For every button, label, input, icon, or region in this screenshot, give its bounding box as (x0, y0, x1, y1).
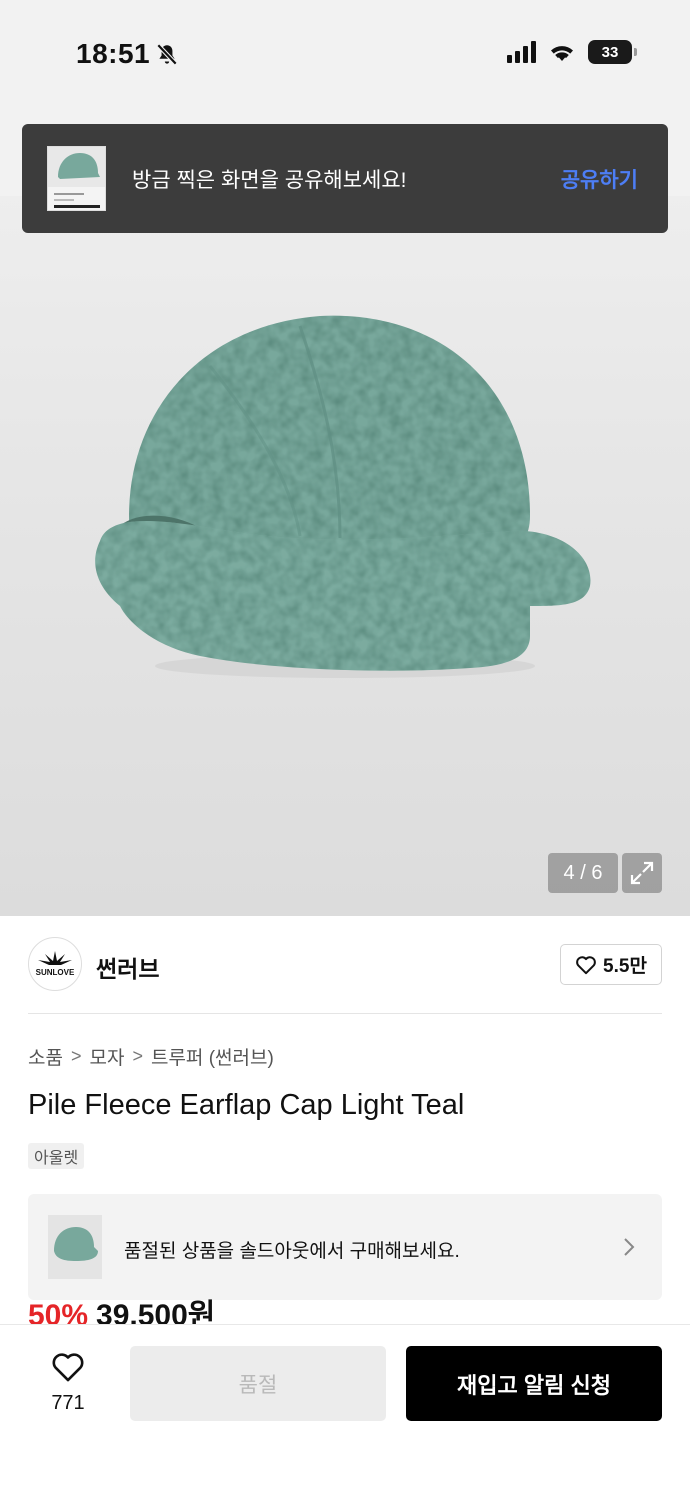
heart-icon (576, 955, 596, 974)
restock-alert-button[interactable]: 재입고 알림 신청 (406, 1346, 662, 1421)
bottom-action-bar: 771 품절 재입고 알림 신청 (0, 1324, 690, 1500)
wifi-icon (551, 46, 573, 61)
price: 50% 39,500원 (28, 1290, 215, 1326)
soldout-promo-banner[interactable]: 품절된 상품을 솔드아웃에서 구매해보세요. (28, 1194, 662, 1300)
sale-price: 39,500원 (96, 1299, 216, 1326)
breadcrumb: 소품 > 모자 > 트루퍼 (썬러브) (28, 1043, 274, 1070)
battery-icon: 33 (588, 40, 637, 64)
outlet-tag: 아울렛 (28, 1143, 85, 1169)
chevron-right-icon: > (70, 1046, 82, 1066)
screenshot-thumbnail-image (48, 147, 105, 208)
screenshot-thumbnail[interactable] (47, 146, 106, 211)
status-indicators: 33 (507, 40, 637, 64)
share-toast: 방금 찍은 화면을 공유해보세요! 공유하기 (22, 124, 668, 233)
share-button[interactable]: 공유하기 (561, 164, 638, 194)
breadcrumb-item[interactable]: 소품 (28, 1043, 63, 1070)
discount-rate: 50% (28, 1299, 89, 1326)
heart-icon (52, 1353, 84, 1382)
breadcrumb-item[interactable]: 트루퍼 (썬러브) (151, 1043, 274, 1070)
brand-logo[interactable]: SUNLOVE (28, 937, 82, 991)
banner-thumbnail-image (54, 1227, 98, 1261)
battery-level: 33 (601, 43, 619, 61)
product-image (95, 315, 591, 678)
wishlist-count: 771 (51, 1392, 85, 1414)
brand-like-count: 5.5만 (603, 956, 647, 977)
status-bar: 18:51 33 (0, 0, 690, 110)
wishlist-button[interactable]: 771 (40, 1351, 96, 1415)
expand-icon (630, 861, 654, 885)
bell-muted-icon (156, 43, 178, 66)
cellular-signal-icon (507, 41, 536, 63)
soldout-button[interactable]: 품절 (130, 1346, 386, 1421)
divider (28, 1013, 662, 1014)
product-title: Pile Fleece Earflap Cap Light Teal (28, 1089, 465, 1121)
toast-message: 방금 찍은 화면을 공유해보세요! (132, 169, 407, 192)
brand-name[interactable]: 썬러브 (96, 950, 159, 984)
brand-like-button[interactable]: 5.5만 (560, 944, 662, 985)
chevron-right-icon: > (132, 1046, 143, 1066)
status-time: 18:51 (76, 38, 151, 69)
image-counter: 4 / 6 (548, 853, 618, 893)
banner-text: 품절된 상품을 솔드아웃에서 구매해보세요. (124, 1241, 460, 1262)
sunlove-logo-icon: SUNLOVE (36, 951, 75, 977)
expand-image-button[interactable] (622, 853, 662, 893)
svg-text:SUNLOVE: SUNLOVE (36, 968, 75, 977)
breadcrumb-item[interactable]: 모자 (89, 1043, 124, 1070)
chevron-right-icon (624, 1238, 635, 1256)
banner-thumbnail (48, 1215, 102, 1279)
